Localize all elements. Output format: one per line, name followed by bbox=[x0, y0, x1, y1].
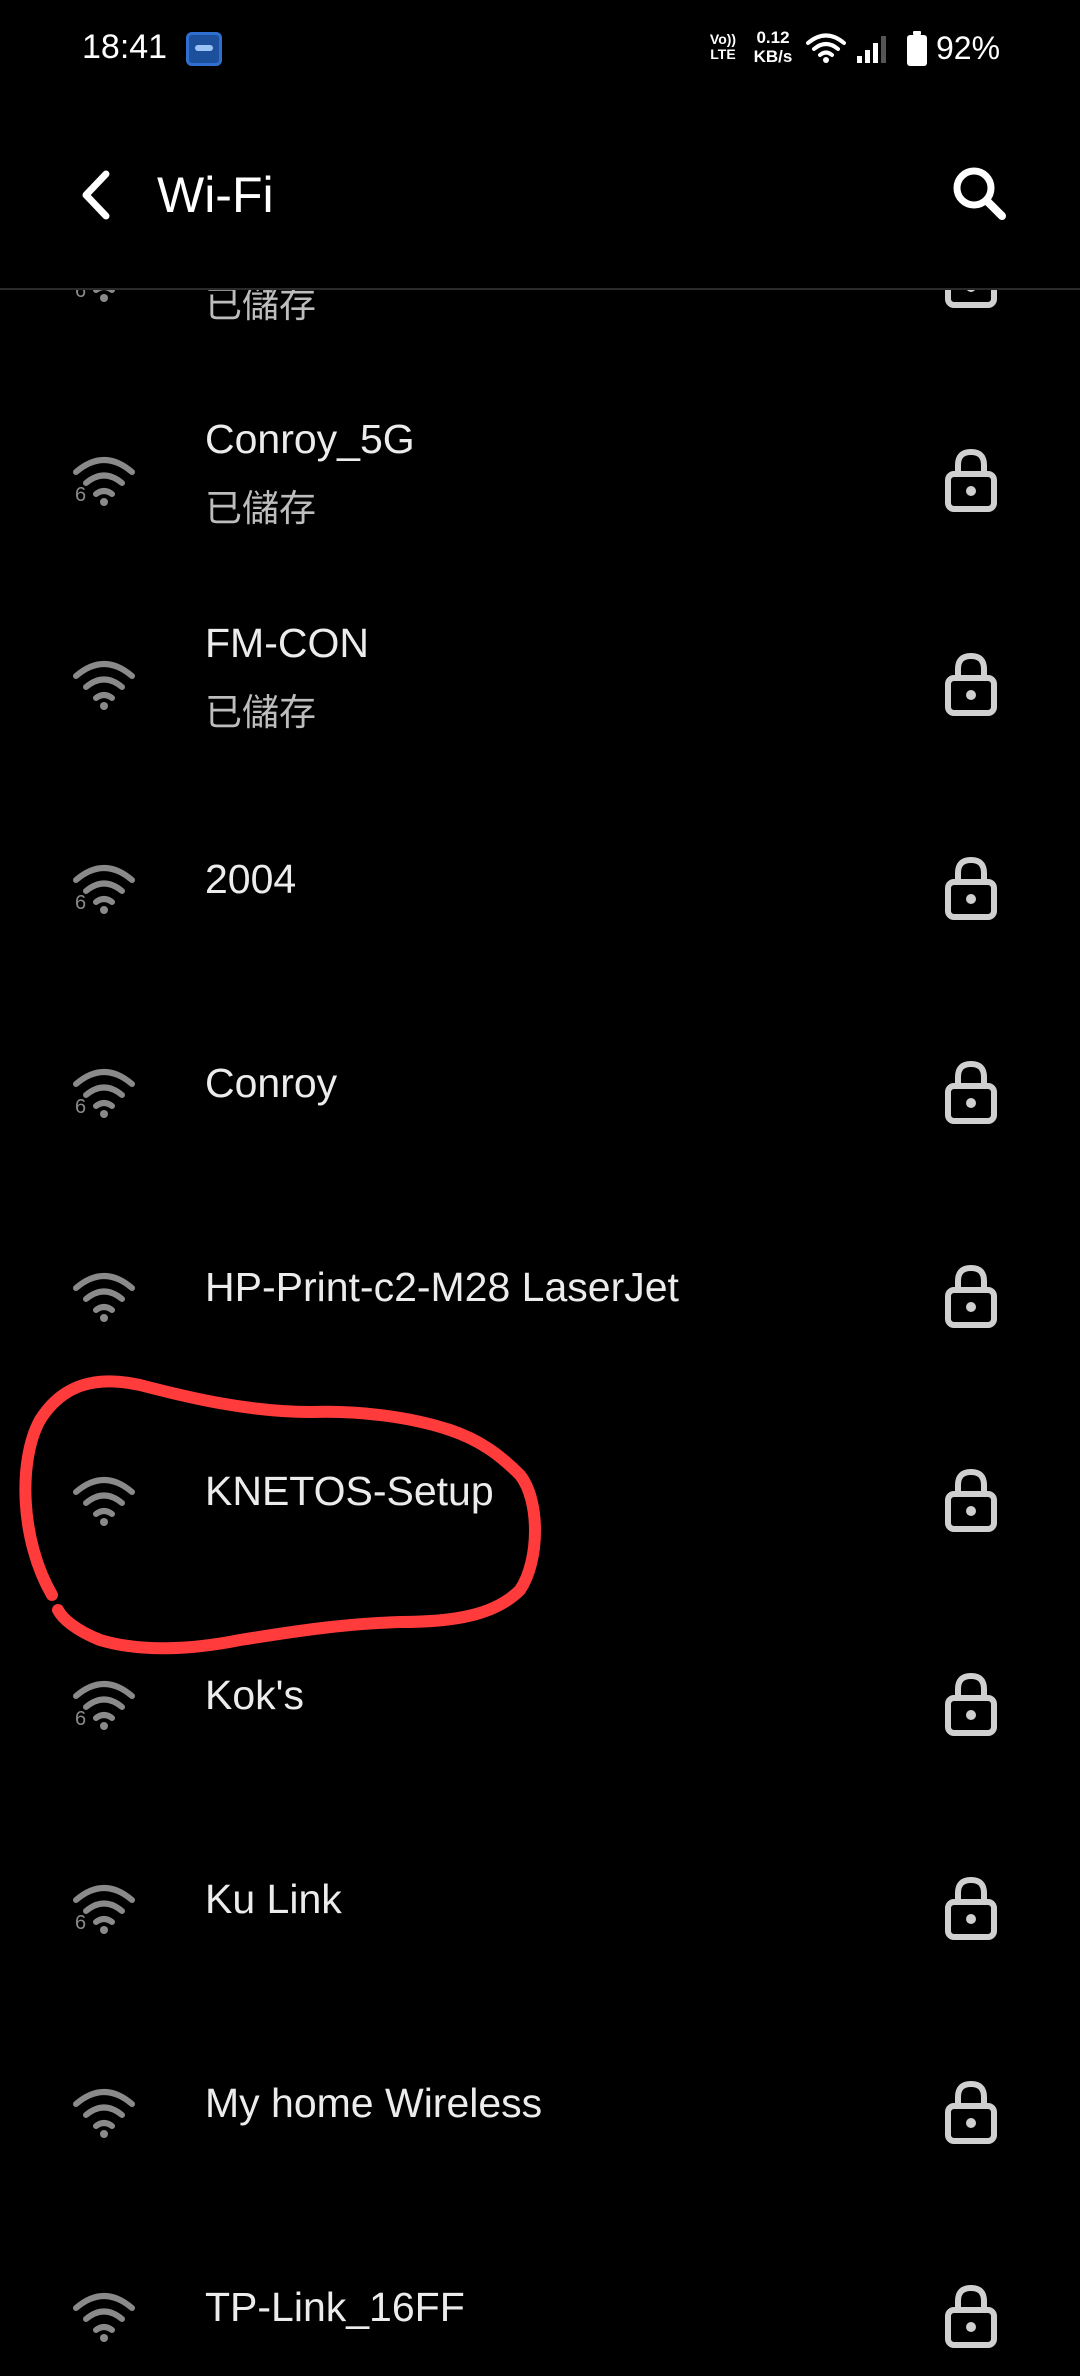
wifi-signal-icon bbox=[73, 1477, 135, 1526]
network-row[interactable]: 6 Ku Link bbox=[0, 1806, 1080, 2010]
wifi-status-icon bbox=[806, 33, 846, 63]
network-row[interactable]: 6 Kok's bbox=[0, 1602, 1080, 1806]
network-status: 已儲存 bbox=[205, 487, 316, 530]
network-list: 6 已儲存 6 Conroy_5G 已儲存 FM-CON 已儲存 6 2004 6 Conr… bbox=[0, 290, 1080, 2376]
wifi-signal-icon bbox=[73, 2293, 135, 2342]
lock-icon bbox=[945, 2080, 997, 2144]
lock-icon bbox=[945, 2284, 997, 2348]
lock-icon bbox=[945, 1876, 997, 1940]
network-row[interactable]: 6 Conroy_5G 已儲存 bbox=[0, 378, 1080, 582]
lock-icon bbox=[945, 448, 997, 512]
wifi-signal-icon bbox=[73, 661, 135, 710]
volte-indicator: Vo)) LTE bbox=[706, 32, 740, 62]
network-name: HP-Print-c2-M28 LaserJet bbox=[205, 1264, 679, 1310]
page-title: Wi-Fi bbox=[157, 167, 274, 223]
lock-icon bbox=[945, 290, 997, 308]
network-row[interactable]: 6 2004 bbox=[0, 786, 1080, 990]
lock-icon bbox=[945, 1672, 997, 1736]
network-name: Ku Link bbox=[205, 1876, 342, 1922]
lock-icon bbox=[945, 652, 997, 716]
network-speed: 0.12 KB/s bbox=[748, 28, 798, 66]
network-name: 2004 bbox=[205, 856, 297, 902]
network-row[interactable]: HP-Print-c2-M28 LaserJet bbox=[0, 1194, 1080, 1398]
network-row[interactable]: 6 Conroy bbox=[0, 990, 1080, 1194]
wifi-signal-icon bbox=[73, 1273, 135, 1322]
network-row[interactable]: 6 已儲存 bbox=[0, 290, 1080, 378]
search-icon[interactable] bbox=[944, 158, 1014, 228]
lock-icon bbox=[945, 1264, 997, 1328]
app-bar: Wi-Fi bbox=[0, 100, 1080, 290]
app-notification-icon bbox=[186, 32, 222, 66]
network-speed-value: 0.12 bbox=[756, 28, 790, 47]
wifi-signal-icon bbox=[73, 2089, 135, 2138]
back-arrow-icon[interactable] bbox=[62, 160, 132, 230]
lock-icon bbox=[945, 1060, 997, 1124]
battery-percentage: 92% bbox=[936, 30, 1001, 66]
wifi6-badge: 6 bbox=[75, 1708, 87, 1730]
network-row[interactable]: My home Wireless bbox=[0, 2010, 1080, 2214]
network-status: 已儲存 bbox=[205, 290, 316, 326]
network-name: My home Wireless bbox=[205, 2080, 543, 2126]
network-name: Kok's bbox=[205, 1672, 304, 1718]
network-name: FM-CON bbox=[205, 620, 369, 666]
network-status: 已儲存 bbox=[205, 691, 316, 734]
network-row[interactable]: TP-Link_16FF bbox=[0, 2214, 1080, 2376]
lock-icon bbox=[945, 1468, 997, 1532]
network-row[interactable]: FM-CON 已儲存 bbox=[0, 582, 1080, 786]
wifi6-badge: 6 bbox=[75, 892, 87, 914]
lock-icon bbox=[945, 856, 997, 920]
battery-icon bbox=[907, 31, 927, 66]
network-speed-unit: KB/s bbox=[753, 47, 793, 66]
wifi6-badge: 6 bbox=[75, 290, 87, 302]
volte-top-label: Vo)) bbox=[709, 31, 737, 47]
network-name: Conroy bbox=[205, 1060, 338, 1106]
cell-signal-icon bbox=[857, 36, 886, 63]
status-time: 18:41 bbox=[82, 28, 168, 66]
network-name: TP-Link_16FF bbox=[205, 2284, 465, 2330]
status-bar: 18:41 Vo)) LTE 0.12 KB/s 92% bbox=[0, 0, 1080, 100]
network-row[interactable]: KNETOS-Setup bbox=[0, 1398, 1080, 1602]
wifi6-badge: 6 bbox=[75, 1096, 87, 1118]
wifi6-badge: 6 bbox=[75, 484, 87, 506]
network-name: KNETOS-Setup bbox=[205, 1468, 494, 1514]
volte-bottom-label: LTE bbox=[710, 46, 736, 62]
network-name: Conroy_5G bbox=[205, 416, 415, 462]
wifi6-badge: 6 bbox=[75, 1912, 87, 1934]
